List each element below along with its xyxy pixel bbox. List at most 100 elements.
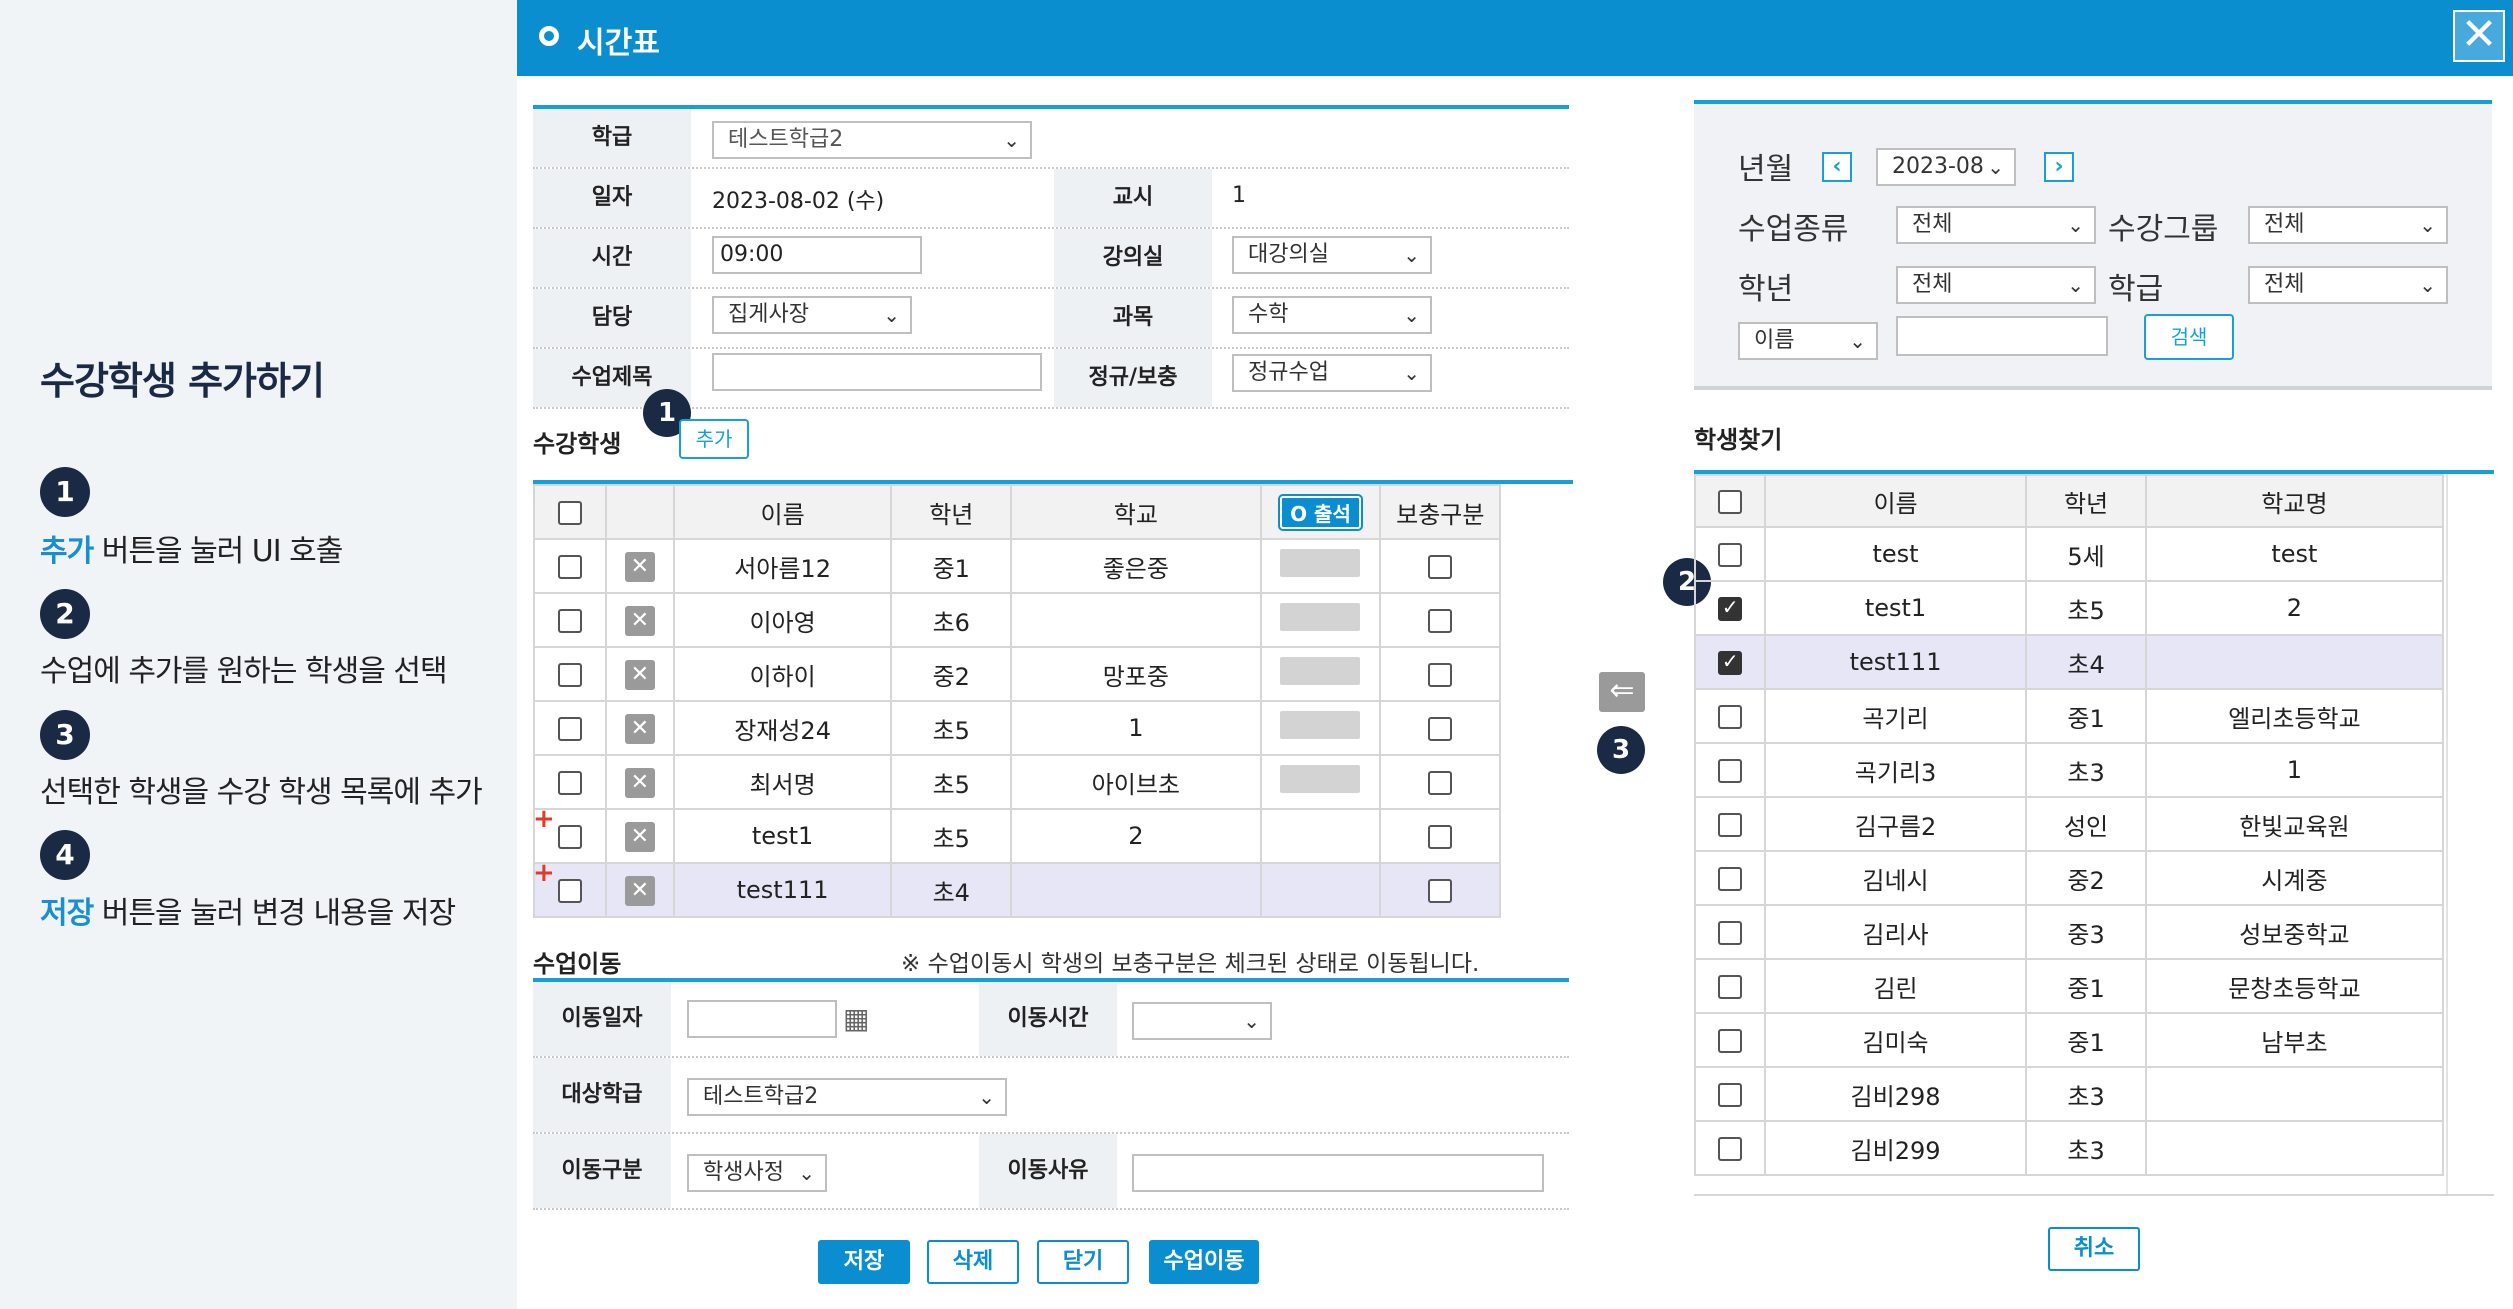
lesson-title-input[interactable]	[712, 353, 1042, 391]
supplement-checkbox[interactable]	[1428, 879, 1453, 903]
add-student-button[interactable]: 추가	[679, 419, 749, 459]
student-checkbox[interactable]	[557, 609, 582, 633]
finder-row[interactable]: 김리사 중3 성보중학교	[1694, 904, 2445, 960]
delete-student-icon[interactable]: ✕	[624, 875, 655, 906]
finder-checkbox[interactable]	[1717, 649, 1742, 675]
supplement-checkbox[interactable]	[1428, 609, 1453, 633]
finder-grade: 초4	[2025, 634, 2147, 690]
delete-student-icon[interactable]: ✕	[624, 713, 655, 744]
finder-row[interactable]: 김구름2 성인 한빛교육원	[1694, 796, 2445, 852]
group-select[interactable]: 전체 ⌄	[2248, 206, 2448, 244]
supplement-checkbox[interactable]	[1428, 555, 1453, 579]
supplement-checkbox[interactable]	[1428, 717, 1453, 741]
delete-student-icon[interactable]: ✕	[624, 551, 655, 582]
finder-grade: 중2	[2025, 850, 2147, 906]
finder-row[interactable]: test111초4	[1694, 634, 2445, 690]
finder-name: test1	[1763, 580, 2028, 636]
finder-row[interactable]: 김미숙 중1 남부초	[1694, 1012, 2445, 1068]
student-checkbox[interactable]	[557, 879, 582, 903]
delete-student-icon[interactable]: ✕	[624, 767, 655, 798]
attendance-indicator[interactable]	[1280, 603, 1361, 631]
finder-checkbox[interactable]	[1717, 867, 1742, 891]
student-checkbox[interactable]	[557, 717, 582, 741]
select-all-checkbox[interactable]	[557, 501, 582, 525]
delete-student-icon[interactable]: ✕	[624, 821, 655, 852]
next-month-icon[interactable]: ›	[2044, 152, 2074, 182]
save-button[interactable]: 저장	[818, 1240, 910, 1284]
prev-month-icon[interactable]: ‹	[1822, 152, 1852, 182]
students-select-all-cell	[533, 484, 607, 540]
finder-checkbox[interactable]	[1717, 705, 1742, 729]
move-time-select[interactable]: ⌄	[1132, 1002, 1272, 1040]
target-class-select[interactable]: 테스트학급2 ⌄	[687, 1078, 1007, 1116]
attendance-indicator[interactable]	[1280, 765, 1361, 793]
finder-row[interactable]: 곡기리3 초3 1	[1694, 742, 2445, 798]
attendance-indicator[interactable]	[1280, 711, 1361, 739]
finder-row[interactable]: 김비299 초3	[1694, 1120, 2445, 1176]
student-name: 최서명	[672, 754, 893, 810]
attendance-toggle-button[interactable]: O 출석	[1278, 493, 1363, 531]
lesson-type-select[interactable]: 전체 ⌄	[1896, 206, 2096, 244]
close-button[interactable]: 닫기	[1037, 1240, 1129, 1284]
chevron-down-icon: ⌄	[978, 1085, 995, 1109]
finder-checkbox[interactable]	[1717, 813, 1742, 837]
search-keyword-input[interactable]	[1896, 316, 2108, 356]
finder-row[interactable]: 김네시 중2 시계중	[1694, 850, 2445, 906]
finder-row[interactable]: 김린 중1 문창초등학교	[1694, 958, 2445, 1014]
move-reason-input[interactable]	[1132, 1154, 1544, 1192]
calendar-icon[interactable]: ▦	[843, 1002, 869, 1035]
subject-select[interactable]: 수학 ⌄	[1232, 296, 1432, 334]
close-icon[interactable]: ✕	[2453, 10, 2505, 62]
time-input[interactable]: 09:00	[712, 236, 922, 274]
finder-checkbox[interactable]	[1717, 759, 1742, 783]
finder-checkbox[interactable]	[1717, 1137, 1742, 1161]
search-class-select[interactable]: 전체 ⌄	[2248, 266, 2448, 304]
transfer-left-arrow-icon[interactable]: ⇐	[1599, 672, 1645, 712]
delete-student-icon[interactable]: ✕	[624, 605, 655, 636]
finder-checkbox[interactable]	[1717, 975, 1742, 999]
student-checkbox[interactable]	[557, 555, 582, 579]
step-1-rest: 버튼을 눌러 UI 호출	[93, 534, 344, 569]
finder-checkbox[interactable]	[1717, 543, 1742, 567]
move-date-input[interactable]	[687, 1000, 837, 1038]
regular-select[interactable]: 정규수업 ⌄	[1232, 354, 1432, 392]
move-type-select[interactable]: 학생사정 ⌄	[687, 1154, 827, 1192]
finder-row[interactable]: 곡기리 중1 엘리초등학교	[1694, 688, 2445, 744]
supplement-checkbox[interactable]	[1428, 663, 1453, 687]
finder-row[interactable]: test 5세 test	[1694, 526, 2445, 582]
supplement-checkbox[interactable]	[1428, 771, 1453, 795]
finder-scrollbar[interactable]	[2446, 474, 2492, 1194]
search-button[interactable]: 검색	[2144, 314, 2234, 360]
student-checkbox[interactable]	[557, 825, 582, 849]
teacher-select[interactable]: 집게사장 ⌄	[712, 296, 912, 334]
period-value: 1	[1232, 183, 1246, 208]
finder-select-all-checkbox[interactable]	[1717, 490, 1742, 514]
attendance-indicator[interactable]	[1280, 549, 1361, 577]
move-lesson-button[interactable]: 수업이동	[1149, 1240, 1259, 1284]
attendance-indicator[interactable]	[1280, 657, 1361, 685]
grade-select[interactable]: 전체 ⌄	[1896, 266, 2096, 304]
finder-row[interactable]: 김비298 초3	[1694, 1066, 2445, 1122]
student-supplement-cell	[1379, 538, 1502, 594]
student-checkbox[interactable]	[557, 771, 582, 795]
year-month-select[interactable]: 2023-08 ⌄	[1876, 148, 2016, 186]
chevron-down-icon: ⌄	[2067, 213, 2084, 237]
room-select[interactable]: 대강의실 ⌄	[1232, 236, 1432, 274]
step-4-highlight: 저장	[40, 896, 94, 931]
delete-button[interactable]: 삭제	[927, 1240, 1019, 1284]
cancel-button[interactable]: 취소	[2048, 1227, 2140, 1271]
finder-checkbox[interactable]	[1717, 595, 1742, 621]
class-select[interactable]: 테스트학급2 ⌄	[712, 121, 1032, 159]
student-checkbox[interactable]	[557, 663, 582, 687]
finder-row[interactable]: test1초52	[1694, 580, 2445, 636]
finder-section-title: 학생찾기	[1694, 426, 1783, 454]
finder-checkbox[interactable]	[1717, 1083, 1742, 1107]
delete-student-icon[interactable]: ✕	[624, 659, 655, 690]
finder-checkbox[interactable]	[1717, 1029, 1742, 1053]
supplement-checkbox[interactable]	[1428, 825, 1453, 849]
finder-checkbox[interactable]	[1717, 921, 1742, 945]
year-month-label: 년월	[1738, 152, 1794, 187]
chevron-down-icon: ⌄	[1403, 243, 1420, 267]
finder-grade: 초3	[2025, 1066, 2147, 1122]
search-field-select[interactable]: 이름 ⌄	[1738, 322, 1878, 360]
